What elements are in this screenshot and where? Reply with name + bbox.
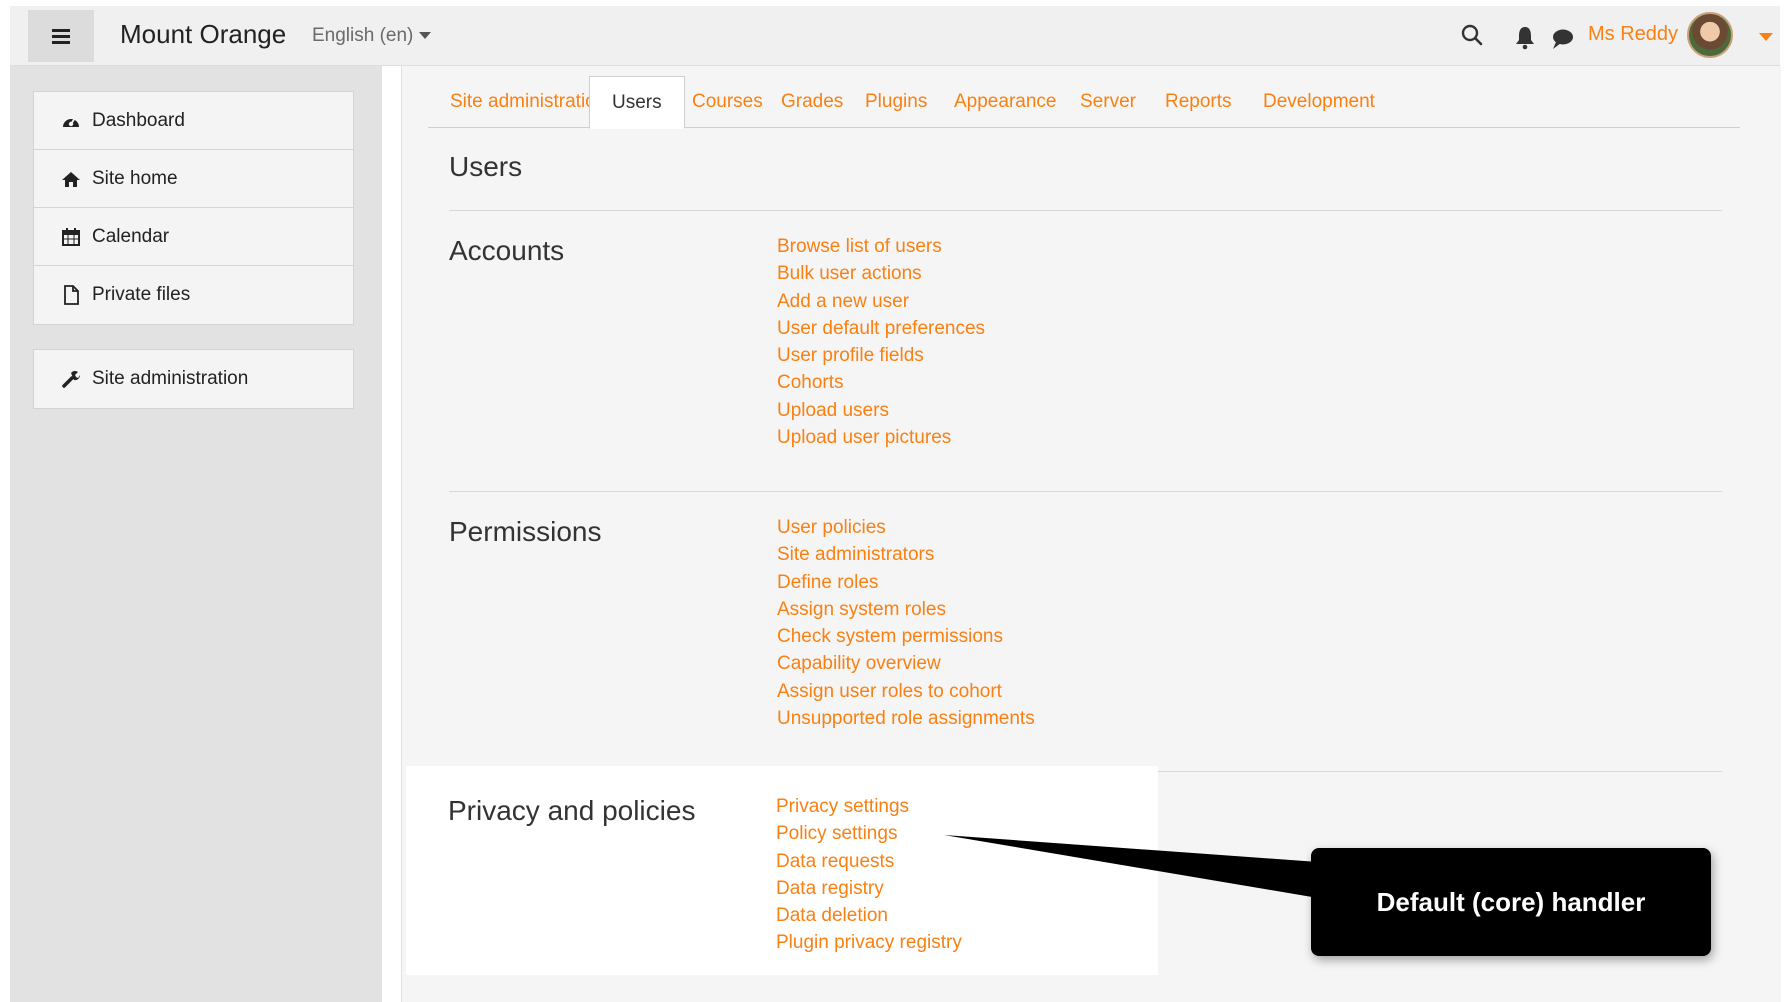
callout-text: Default (core) handler <box>1376 886 1646 917</box>
screenshot-frame: Mount Orange English (en) Ms Reddy Dashb… <box>0 0 1785 1002</box>
callout-box: Default (core) handler <box>1311 848 1711 956</box>
